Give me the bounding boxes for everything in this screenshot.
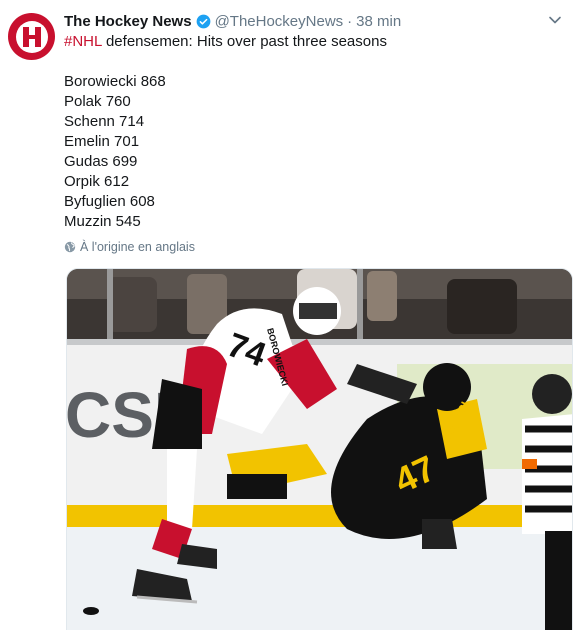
separator-dot: ·: [347, 12, 353, 30]
globe-icon: [64, 241, 76, 253]
headline-text: defensemen: Hits over past three seasons: [101, 33, 387, 50]
the-hockey-news-logo: [15, 20, 48, 53]
tweet-text: #NHL defensemen: Hits over past three se…: [64, 32, 544, 232]
chevron-down-icon[interactable]: [548, 13, 562, 32]
stat-line: Borowiecki 868: [64, 73, 166, 90]
hashtag-link[interactable]: #NHL: [64, 33, 102, 50]
tweet-header: The Hockey News @TheHockeyNews · 38 min: [64, 11, 534, 31]
verified-badge-icon: [196, 14, 211, 29]
stats-list: Borowiecki 868 Polak 760 Schenn 714 Emel…: [64, 72, 544, 232]
author-name[interactable]: The Hockey News: [64, 13, 192, 30]
translate-label: À l'origine en anglais: [80, 240, 195, 254]
stat-line: Schenn 714: [64, 113, 145, 130]
stat-line: Byfuglien 608: [64, 193, 155, 210]
stat-line: Emelin 701: [64, 133, 140, 150]
avatar[interactable]: [8, 13, 55, 60]
tweet-photo[interactable]: CSN 74 BOROWIECKI 47 KREJCI: [66, 268, 573, 630]
tweet-headline: #NHL defensemen: Hits over past three se…: [64, 32, 544, 52]
hockey-photo: CSN 74 BOROWIECKI 47 KREJCI: [67, 269, 572, 630]
stat-line: Muzzin 545: [64, 213, 141, 230]
stat-line: Gudas 699: [64, 153, 138, 170]
tweet-timestamp[interactable]: 38 min: [356, 13, 401, 30]
author-handle[interactable]: @TheHockeyNews: [215, 13, 344, 30]
stat-line: Polak 760: [64, 93, 131, 110]
translate-link[interactable]: À l'origine en anglais: [64, 240, 195, 254]
stat-line: Orpik 612: [64, 173, 130, 190]
